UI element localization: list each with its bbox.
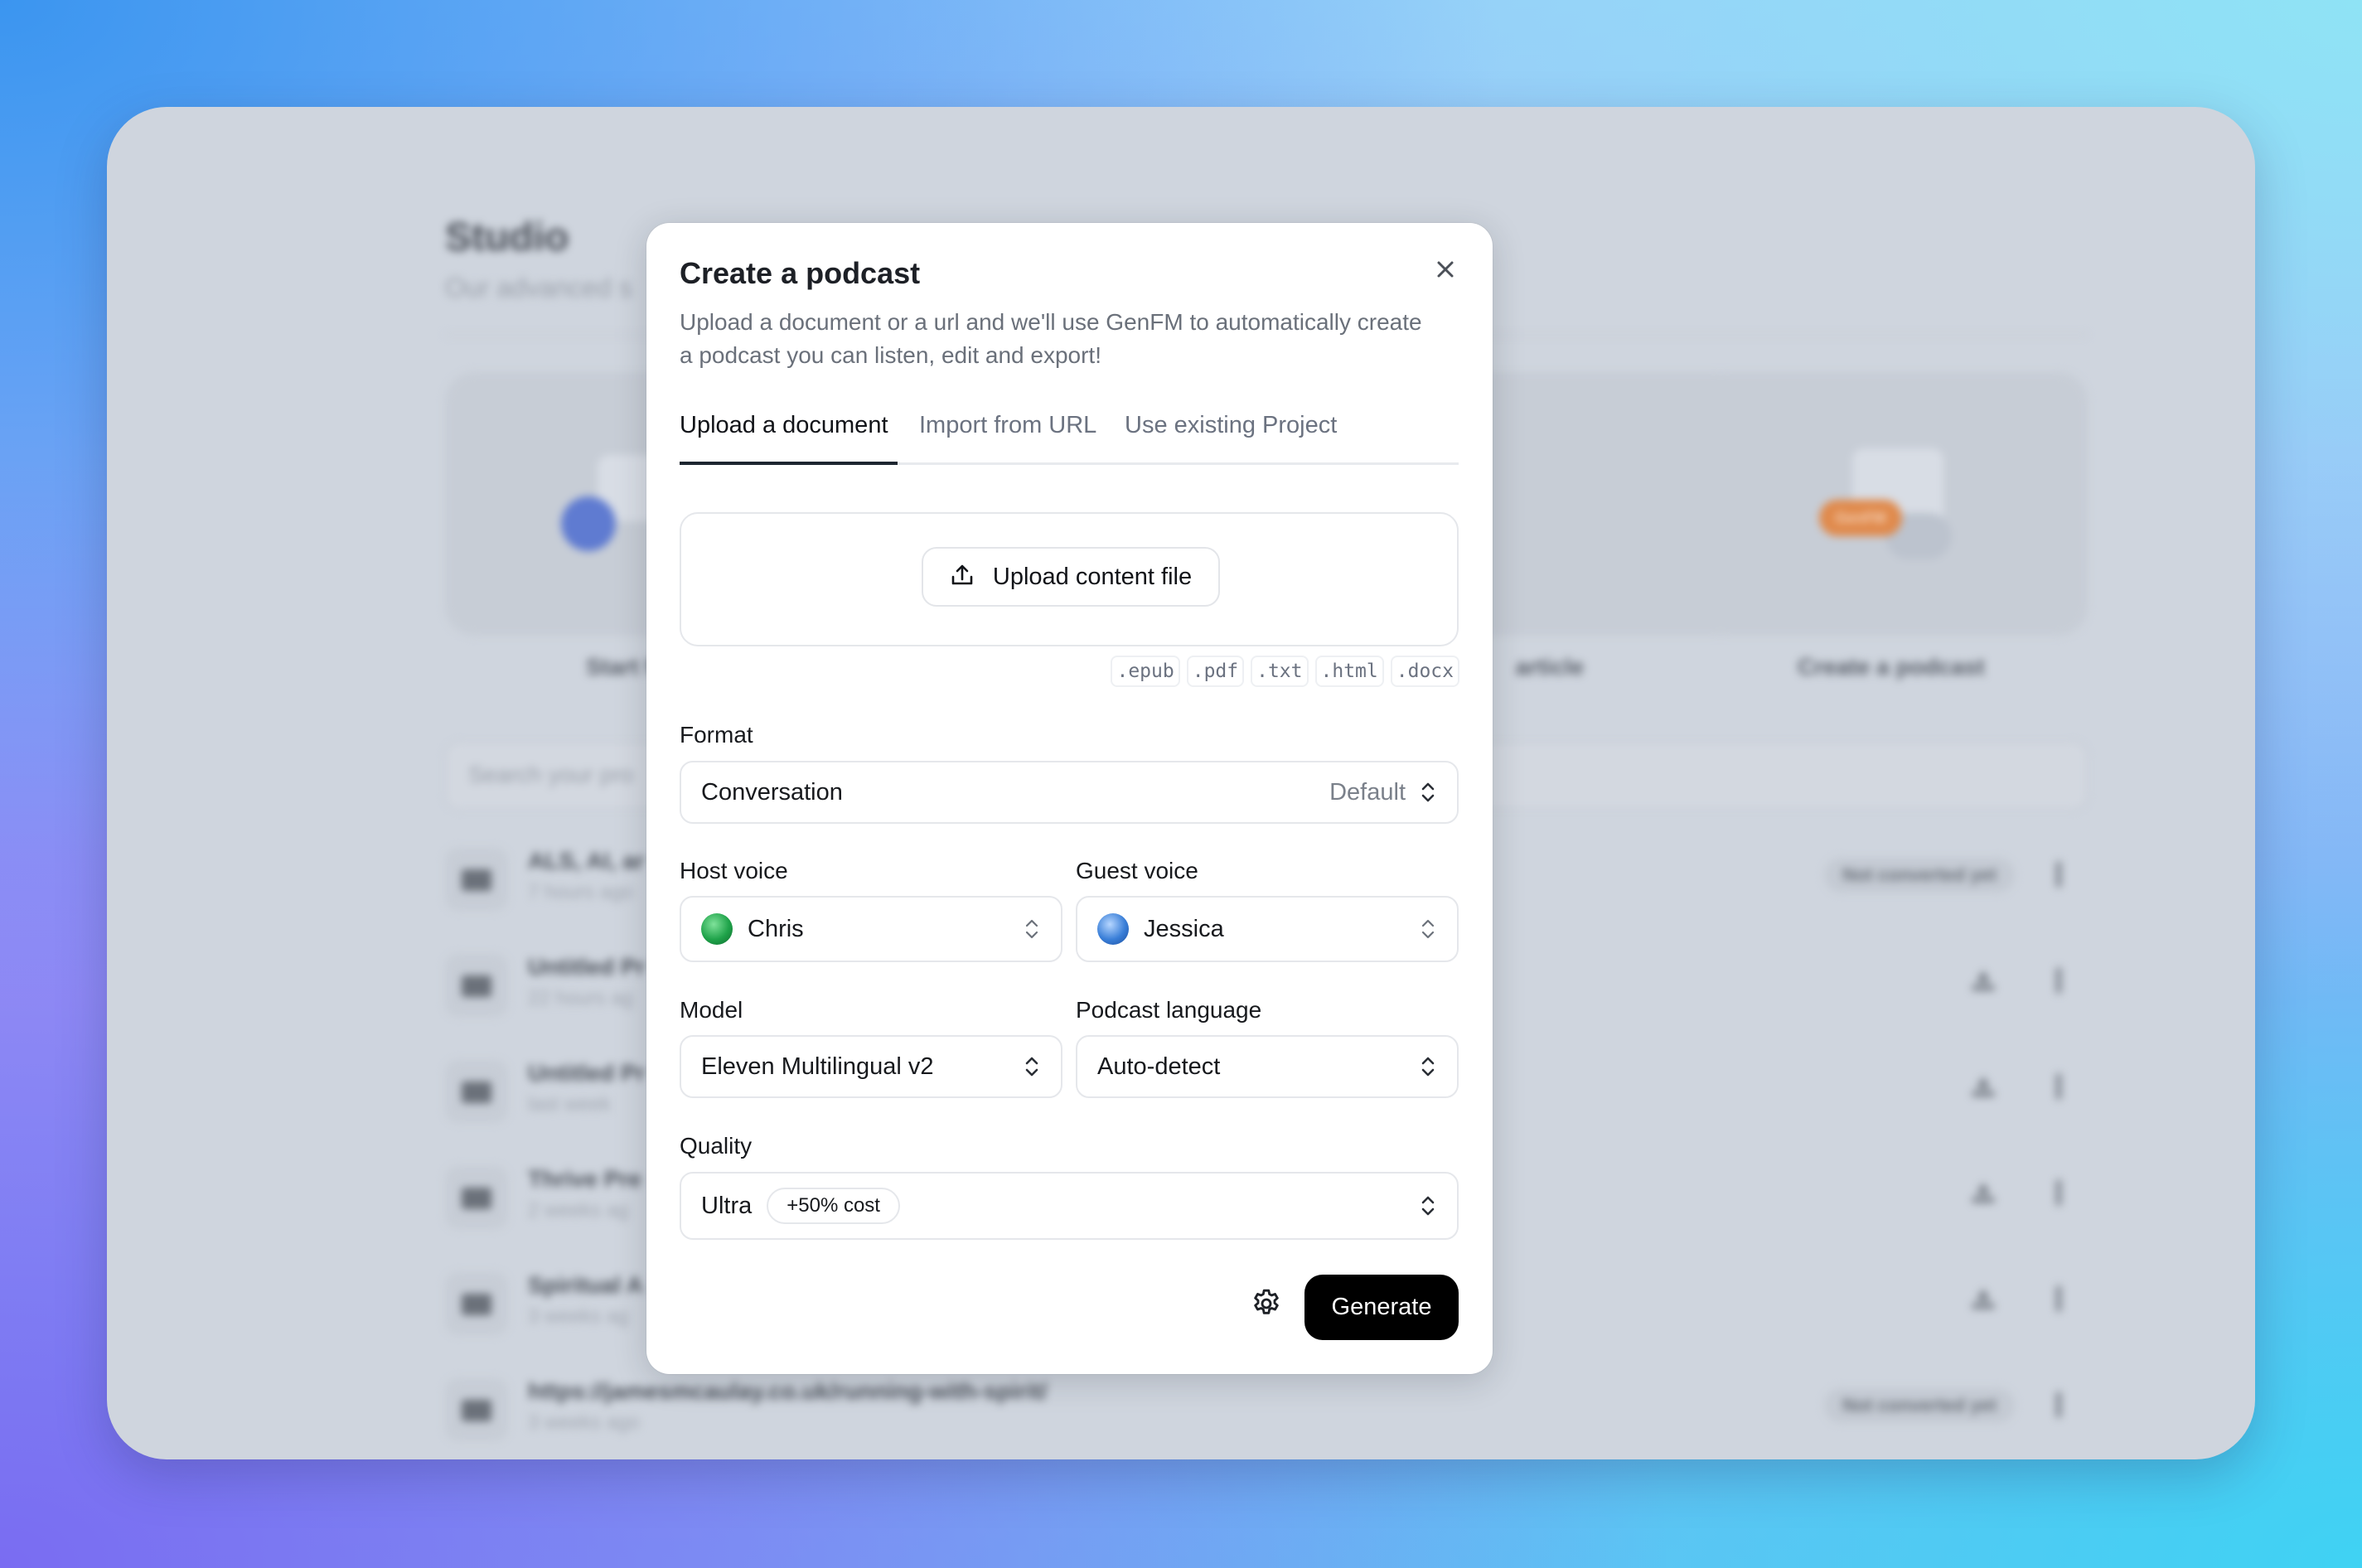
more-icon[interactable] (2056, 861, 2061, 888)
host-voice-value: Chris (748, 915, 804, 942)
guest-voice-value: Jessica (1144, 915, 1224, 942)
genfm-bubble: GenFM (1819, 500, 1902, 536)
download-icon[interactable] (1970, 1181, 1997, 1207)
studio-subtitle: Our advanced s (445, 273, 632, 302)
chevron-up-down-icon (1025, 1057, 1038, 1077)
download-icon[interactable] (1970, 1287, 1997, 1314)
quality-value: Ultra (701, 1192, 753, 1219)
project-icon (445, 1166, 508, 1229)
tab-import-url[interactable]: Import from URL (919, 412, 1096, 439)
project-time: 22 hours ag (528, 987, 633, 1009)
more-icon[interactable] (2056, 967, 2061, 994)
project-time: 3 weeks ago (528, 1411, 640, 1434)
project-title: Untitled Pr (528, 1060, 646, 1086)
language-value: Auto-detect (1097, 1053, 1221, 1080)
voice-avatar (701, 913, 733, 945)
upload-content-file-button[interactable]: Upload content file (922, 547, 1220, 607)
project-icon (445, 848, 508, 911)
dialog-title: Create a podcast (680, 256, 921, 290)
chevron-up-down-icon (1421, 1196, 1435, 1216)
cost-badge: +50% cost (767, 1188, 900, 1224)
project-title: https://jamesmcaulay.co.uk/running-with-… (528, 1378, 1048, 1404)
format-select[interactable]: Conversation Default (680, 761, 1459, 824)
download-icon[interactable] (1970, 969, 1997, 995)
project-title: Thrive Pre (528, 1166, 641, 1192)
quality-select[interactable]: Ultra +50% cost (680, 1172, 1459, 1240)
guest-voice-label: Guest voice (1076, 858, 1198, 883)
active-tab-indicator (680, 462, 898, 465)
model-select[interactable]: Eleven Multilingual v2 (680, 1035, 1062, 1098)
project-icon (445, 1272, 508, 1335)
format-default-hint: Default (1329, 778, 1406, 806)
model-value: Eleven Multilingual v2 (701, 1053, 934, 1080)
guest-voice-select[interactable]: Jessica (1076, 896, 1459, 962)
format-label: Format (680, 722, 753, 748)
project-time: last week (528, 1093, 612, 1116)
file-type-badge: .html (1314, 656, 1384, 687)
host-voice-label: Host voice (680, 858, 788, 883)
project-title: Untitled Pr (528, 954, 646, 980)
model-label: Model (680, 997, 743, 1023)
file-type-badge: .epub (1111, 656, 1180, 687)
chevron-up-down-icon (1025, 919, 1038, 939)
voice-avatar (1097, 913, 1129, 945)
project-row[interactable]: https://jamesmcaulay.co.uk/running-with-… (445, 1375, 2088, 1448)
chevron-up-down-icon (1421, 1057, 1435, 1077)
chevron-up-down-icon (1421, 919, 1435, 939)
status-badge: Not converted yet (1824, 1388, 2015, 1423)
source-tabs: Upload a document Import from URL Use ex… (680, 412, 1459, 465)
search-placeholder: Search your pro (468, 762, 634, 787)
podcast-language-select[interactable]: Auto-detect (1076, 1035, 1459, 1098)
project-title: Spiritual A (528, 1272, 643, 1298)
chevron-up-down-icon (1421, 782, 1435, 802)
generate-button[interactable]: Generate (1304, 1275, 1459, 1340)
download-icon[interactable] (1970, 1075, 1997, 1101)
file-type-list: .epub .pdf .txt .html .docx (1111, 656, 1459, 687)
podcast-language-label: Podcast language (1076, 997, 1262, 1023)
upload-icon (950, 563, 975, 592)
dialog-description: Upload a document or a url and we'll use… (680, 309, 1422, 368)
project-icon (445, 1060, 508, 1123)
file-type-badge: .pdf (1186, 656, 1245, 687)
studio-title: Studio (445, 215, 569, 259)
create-podcast-dialog: Create a podcast Upload a document or a … (646, 223, 1493, 1374)
tab-upload-document[interactable]: Upload a document (680, 412, 888, 439)
host-voice-select[interactable]: Chris (680, 896, 1062, 962)
project-icon (445, 1378, 508, 1441)
status-badge: Not converted yet (1824, 858, 2015, 893)
format-value: Conversation (701, 778, 843, 806)
project-time: 7 hours ago (528, 881, 633, 903)
file-type-badge: .txt (1251, 656, 1309, 687)
project-time: 2 weeks ag (528, 1199, 629, 1222)
tile-label: Create a podcast (1798, 654, 1985, 680)
more-icon[interactable] (2056, 1073, 2061, 1100)
tab-existing-project[interactable]: Use existing Project (1125, 412, 1337, 439)
file-type-badge: .docx (1390, 656, 1459, 687)
more-icon[interactable] (2056, 1179, 2061, 1206)
project-title: ALS, AI, ar (528, 848, 645, 874)
project-time: 3 weeks ag (528, 1305, 629, 1328)
gear-icon[interactable] (1250, 1287, 1283, 1320)
upload-button-label: Upload content file (992, 563, 1193, 590)
close-icon[interactable] (1430, 254, 1460, 284)
more-icon[interactable] (2056, 1391, 2061, 1418)
quality-label: Quality (680, 1133, 753, 1159)
file-dropzone[interactable]: Upload content file (680, 512, 1459, 646)
tile-create-podcast[interactable]: GenFM (1695, 372, 2088, 636)
project-icon (445, 954, 508, 1017)
plus-icon (561, 496, 616, 551)
more-icon[interactable] (2056, 1285, 2061, 1312)
